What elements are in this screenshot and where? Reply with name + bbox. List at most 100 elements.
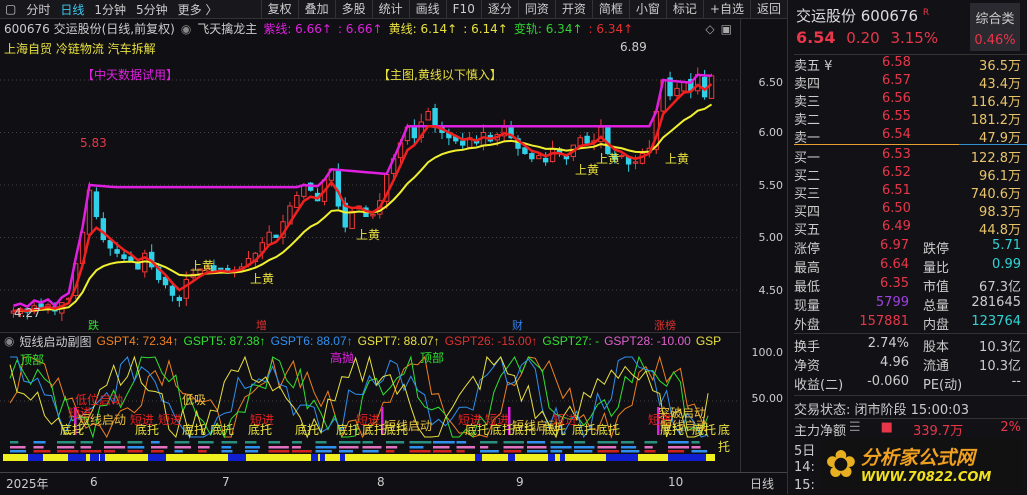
bottom-support-label: 底托 [248,423,273,437]
year-label: 2025年 [6,477,49,491]
gspt6: GSPT6: 88.07↑ [270,334,353,348]
candle-body [411,125,418,139]
bottom-support-label: 底托 [60,423,85,437]
gspt27: GSPT27: - [542,334,600,348]
candle-body [529,153,535,160]
indicator-dropdown-icon[interactable]: ◉ [181,22,191,36]
candle-body [536,155,542,160]
toolbar-button-12[interactable]: +自选 [702,0,750,19]
low-price-label: 4.27 [14,306,41,320]
stat-value: 0.99 [992,257,1021,272]
bottom-support-label: 底托 [692,423,717,437]
stat-label: 内盘 [923,318,950,333]
tab-4[interactable]: 更多 〉 [173,3,223,17]
candle-body [618,155,625,158]
main-chart-info: 600676 交运股份(日线,前复权) ◉ 飞天擒龙主 紫线: 6.66↑ : … [0,19,740,38]
stat-row: 外盘 157881 内盘 123764 [794,314,1021,333]
gspt28: GSPT28: -10.00 [604,334,691,348]
last-price: 6.54 [796,28,836,47]
stat-value: -0.060 [867,374,909,389]
quote-panel: 交运股份 600676 R 6.54 0.20 3.15% 综合类 0.46% … [787,0,1027,494]
toolbar-button-6[interactable]: 逐分 [480,0,518,19]
tab-1[interactable]: 日线 [55,3,89,17]
period-label[interactable]: 日线 [750,475,774,492]
toolbar-button-8[interactable]: 开资 [554,0,592,19]
panel-toggle-icon[interactable]: ▣ [721,22,732,36]
level-label: 买一 [794,151,821,166]
stat-row: 净资 4.96 流通 10.3亿 [794,355,1021,374]
stat-label: 最低 [794,280,821,295]
stat-value: 123764 [971,314,1021,329]
toolbar-button-4[interactable]: 画线 [408,0,446,19]
toolbar-button-3[interactable]: 统计 [371,0,409,19]
flower-logo-icon: ✿ [825,442,857,486]
tab-3[interactable]: 5分钟 [131,3,173,17]
signal-label: 上黄 [250,272,275,286]
toolbar-button-5[interactable]: F10 [445,0,481,19]
event-marker[interactable]: 涨榜 [654,317,676,333]
price-change: 0.20 [846,29,880,47]
candle-body [218,267,224,270]
y-tick: 50.00 [751,392,784,405]
bottom-support-label: 底托 [572,423,597,437]
candle-body [563,155,570,160]
order-book-row: 卖二 6.55 181.2万 [794,109,1021,128]
toolbar-button-7[interactable]: 同资 [517,0,555,19]
stat-value: -- [1011,374,1021,389]
stat-value: 5.71 [992,238,1021,253]
toolbar-button-13[interactable]: 返回 [749,0,787,19]
toolbar-button-1[interactable]: 叠加 [297,0,335,19]
signal-label: 上黄 [596,152,621,166]
stat-value: 6.97 [880,238,909,253]
month-label: 10 [668,475,684,489]
toolbar-button-0[interactable]: 复权 [260,0,298,19]
indicator-name[interactable]: 飞天擒龙主 [197,20,257,37]
sub-dropdown-icon[interactable]: ◉ [4,334,14,348]
signal-label: 顶部 [420,351,445,365]
bottom-support-label: 底托 [384,423,409,437]
diamond-icon[interactable]: ◇ [705,22,714,36]
level-price: 6.51 [882,183,911,198]
tab-2[interactable]: 1分钟 [89,3,131,17]
list-icon[interactable]: ☰ [849,420,861,437]
toolbar-button-11[interactable]: 标记 [665,0,703,19]
trade-status: 交易状态: 闭市阶段 15:00:03 [794,403,970,418]
level-volume: 181.2万 [970,113,1021,128]
signal-label: 顶部 [20,353,45,367]
level-label: 卖五 ¥ [794,59,833,74]
level-label: 卖一 [794,131,821,146]
y-tick: 5.50 [758,179,784,192]
level-price: 6.58 [882,55,911,70]
month-label: 9 [516,475,524,489]
net-flow-value: 339.7万 [912,424,964,439]
sub-title[interactable]: 短线启动副图 [19,333,91,350]
track-value-2: : 6.34↑ [588,21,634,36]
order-book-row: 买三 6.51 740.6万 [794,183,1021,202]
candle-body [432,108,438,128]
sector-box[interactable]: 综合类 0.46% [970,3,1020,51]
candle-body [273,234,279,238]
toolbar-button-9[interactable]: 简框 [591,0,629,19]
stat-label: 股本 [923,340,950,355]
tab-0[interactable]: 分时 [21,3,55,17]
layout-icon[interactable]: ▢ [0,2,21,16]
y-tick: 100.0 [751,346,784,359]
level-price: 6.54 [882,127,911,142]
gspt5: GSPT5: 87.38↑ [183,334,266,348]
event-marker[interactable]: 财 [512,317,523,333]
bottom-support-label: 底托 [718,423,731,454]
gspt4: GSPT4: 72.34↑ [96,334,179,348]
event-marker[interactable]: 跌 [88,317,99,333]
price-change-pct: 3.15% [890,29,939,47]
signal-label: 高抛 [330,351,355,365]
event-marker[interactable]: 增 [256,317,267,333]
stat-row: 最高 6.64 量比 0.99 [794,257,1021,276]
stat-label: 涨停 [794,242,821,257]
stat-row: 收益(二) -0.060 PE(动) -- [794,374,1021,393]
bottom-support-label: 底托 [135,423,160,437]
toolbar-button-2[interactable]: 多股 [334,0,372,19]
candle-body [460,140,466,146]
toolbar-button-10[interactable]: 小窗 [628,0,666,19]
candle-body [266,231,272,245]
candle-body [100,218,107,241]
